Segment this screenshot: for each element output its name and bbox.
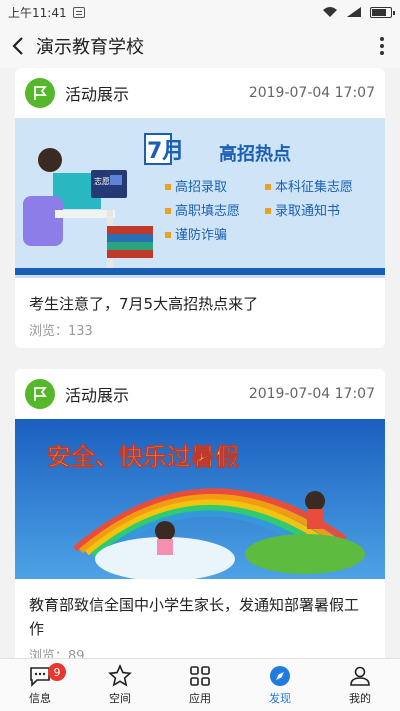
nav-item-messages[interactable]: 信息 9 [0,659,80,711]
bottom-navigation: 信息 9 空间 应用 发现 我的 [0,658,400,711]
post-header: 活动展示 2019-07-04 17:07 [15,68,385,118]
post-views: 浏览：133 [29,324,93,339]
nav-item-me[interactable]: 我的 [320,659,400,711]
nav-label: 我的 [349,692,371,705]
feed: 活动展示 2019-07-04 17:07 志愿 7月 高招热点 高招录取 本科… [0,68,400,658]
flag-icon [25,78,55,108]
banner-item: 谨防诈骗 [175,227,227,243]
nav-label: 空间 [109,692,131,705]
banner-item: 高招录取 [175,179,227,195]
status-bar: 上午11:41 [0,0,400,24]
chevron-left-icon [12,37,23,55]
post-title[interactable]: 考生注意了，7月5大高招热点来了 [15,278,385,316]
nav-item-discover[interactable]: 发现 [240,659,320,711]
banner-headline: 安全、快乐过暑假 [47,443,239,471]
post-banner-image: 志愿 7月 高招热点 高招录取 本科征集志愿 高职填志愿 录取通知书 谨防诈骗 [15,118,385,278]
nav-item-apps[interactable]: 应用 [160,659,240,711]
post-title[interactable]: 教育部致信全国中小学生家长，发通知部署暑假工作 [15,579,385,641]
banner-headline: 高招热点 [219,143,291,165]
wifi-icon [323,7,337,17]
nav-item-space[interactable]: 空间 [80,659,160,711]
post-date: 2019-07-04 17:07 [248,386,375,402]
unread-badge: 9 [48,663,66,681]
app-header: 演示教育学校 [0,24,400,68]
more-vertical-icon [380,37,384,55]
flag-icon [25,379,55,409]
post-category: 活动展示 [65,386,130,405]
grid-icon [190,666,210,686]
banner-item: 高职填志愿 [175,203,240,219]
post-date: 2019-07-04 17:07 [248,85,375,101]
nav-label: 应用 [189,692,211,705]
banner-item: 录取通知书 [275,203,340,219]
more-options-button[interactable] [364,24,400,68]
banner-desk-sign: 志愿 [94,176,110,186]
nav-label: 发现 [269,692,291,705]
compass-icon [270,666,290,686]
banner-item: 本科征集志愿 [275,179,353,195]
banner-month: 7月 [147,139,184,164]
back-button[interactable] [0,24,36,68]
post-views: 浏览：89 [29,649,85,658]
page-title: 演示教育学校 [36,37,144,58]
signal-icon [347,7,361,17]
notification-icon [72,6,85,18]
post-card[interactable]: 活动展示 2019-07-04 17:07 安全、快乐过暑假 教育部致信全国中小… [15,369,385,658]
post-banner-image: 安全、快乐过暑假 [15,419,385,579]
post-category: 活动展示 [65,85,130,104]
post-header: 活动展示 2019-07-04 17:07 [15,369,385,419]
person-icon [350,666,370,686]
battery-icon [370,6,395,18]
status-time: 上午11:41 [8,5,67,20]
nav-label: 信息 [29,692,51,705]
post-card[interactable]: 活动展示 2019-07-04 17:07 志愿 7月 高招热点 高招录取 本科… [15,68,385,348]
status-icons [322,6,395,18]
star-icon [108,664,132,687]
